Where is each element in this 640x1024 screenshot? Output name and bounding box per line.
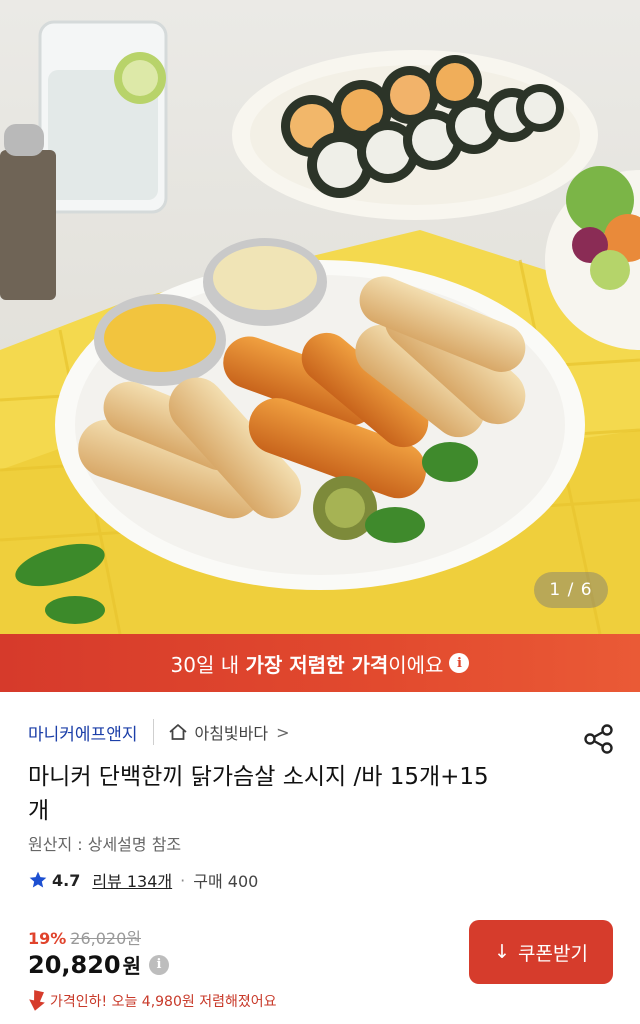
- image-counter: 1 / 6: [534, 572, 608, 608]
- price-drop-notice: 가격인하! 오늘 4,980원 저렴해졌어요: [28, 990, 276, 1012]
- chevron-right-icon: >: [276, 722, 290, 742]
- product-title: 마니커 단백한끼 닭가슴살 소시지 /바 15개+15개: [28, 764, 489, 824]
- reviews-link[interactable]: 리뷰 134개: [92, 868, 172, 892]
- price-drop-text: 가격인하! 오늘 4,980원 저렴해졌어요: [50, 994, 277, 1010]
- brand-link[interactable]: 마니커에프앤지: [28, 720, 137, 745]
- home-icon: [169, 724, 188, 740]
- download-icon: ↓: [494, 941, 510, 963]
- store-name: 아침빛바다: [194, 724, 269, 743]
- brand-row: 마니커에프앤지 아침빛바다 >: [28, 718, 290, 746]
- lowest-price-banner[interactable]: 30일 내 가장 저렴한 가격 이에요 i: [0, 634, 640, 692]
- rating-value: 4.7: [52, 870, 81, 890]
- share-icon[interactable]: [582, 722, 616, 756]
- star-icon: [29, 871, 47, 888]
- store-link[interactable]: 아침빛바다 >: [168, 720, 290, 744]
- banner-text-highlight: 가장 저렴한 가격: [245, 652, 389, 677]
- divider: [153, 719, 155, 745]
- product-image[interactable]: 1 / 6: [0, 0, 640, 634]
- purchase-count: 구매 400: [193, 872, 259, 891]
- product-photo: [0, 0, 640, 634]
- product-details: 마니커에프앤지 아침빛바다 > 마니커 단백한끼 닭가슴살 소시지 /바 15개…: [0, 692, 640, 1024]
- price-info-icon[interactable]: i: [149, 954, 170, 975]
- separator-dot: ·: [180, 870, 186, 890]
- discount-rate: 19%: [28, 929, 67, 948]
- coupon-button[interactable]: ↓ 쿠폰받기: [469, 920, 613, 984]
- original-price: 26,020원: [70, 929, 142, 948]
- price-down-arrow-icon: [29, 990, 45, 1011]
- price-unit: 원: [122, 954, 142, 978]
- banner-text-prefix: 30일 내: [170, 652, 246, 677]
- discount-row: 19% 26,020원: [28, 925, 141, 949]
- rating-row: 4.7 리뷰 134개 · 구매 400: [28, 868, 258, 892]
- banner-text-suffix: 이에요: [388, 652, 444, 677]
- sale-price: 20,820: [28, 950, 121, 979]
- price-row: 20,820 원 i: [28, 950, 170, 979]
- info-icon[interactable]: i: [449, 653, 470, 673]
- coupon-button-label: 쿠폰받기: [518, 942, 588, 965]
- product-origin: 원산지 : 상세설명 참조: [28, 835, 182, 854]
